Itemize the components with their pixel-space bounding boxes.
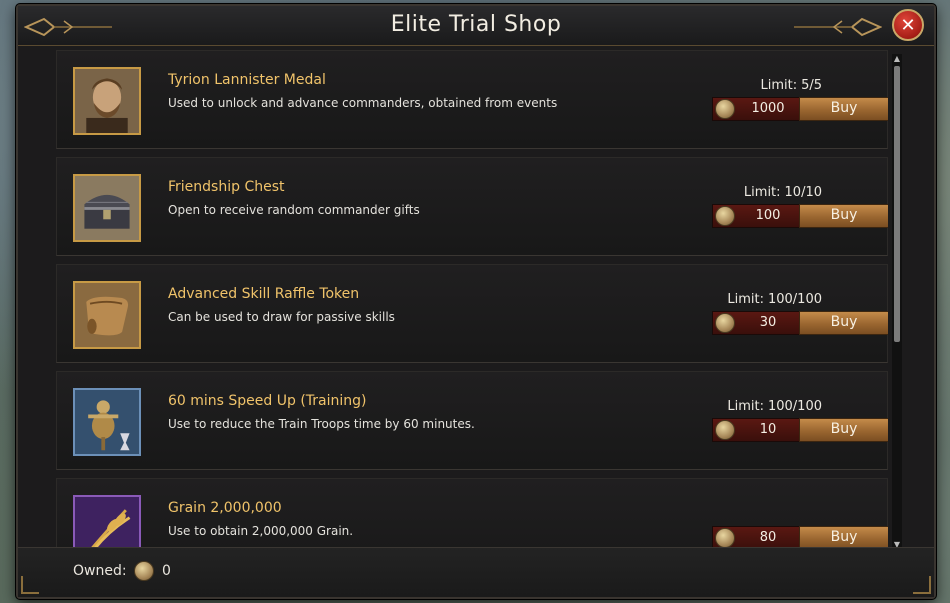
list-item: Advanced Skill Raffle Token Can be used …	[56, 264, 888, 363]
item-price: 1000	[751, 101, 785, 116]
frame-corner	[913, 576, 931, 594]
coin-icon	[715, 528, 735, 548]
limit-value: 5/5	[801, 78, 822, 93]
item-name: Tyrion Lannister Medal	[168, 72, 326, 88]
scroll-thumb[interactable]	[894, 66, 900, 342]
item-name: 60 mins Speed Up (Training)	[168, 393, 367, 409]
limit-value: 10/10	[784, 185, 822, 200]
price-box: 1000	[712, 97, 800, 121]
price-box: 100	[712, 204, 800, 228]
buy-button[interactable]: Buy	[799, 204, 888, 228]
buy-button[interactable]: Buy	[799, 311, 888, 335]
item-description: Can be used to draw for passive skills	[168, 310, 395, 324]
scroll-icon	[73, 281, 141, 349]
item-description: Open to receive random commander gifts	[168, 203, 420, 217]
list-item: Friendship Chest Open to receive random …	[56, 157, 888, 256]
scrollbar[interactable]: ▲ ▼	[892, 54, 902, 550]
price-box: 30	[712, 311, 800, 335]
chest-icon	[73, 174, 141, 242]
item-limit: Limit: 100/100	[727, 399, 822, 414]
limit-value: 100/100	[767, 399, 822, 414]
coin-icon	[715, 206, 735, 226]
close-button[interactable]: ✕	[892, 9, 924, 41]
title-bar: Elite Trial Shop ✕	[18, 6, 934, 46]
close-icon: ✕	[900, 14, 916, 36]
scroll-up-icon[interactable]: ▲	[892, 54, 902, 64]
owned-value: 0	[162, 563, 171, 579]
item-name: Advanced Skill Raffle Token	[168, 286, 360, 302]
item-list[interactable]: Tyrion Lannister Medal Used to unlock an…	[56, 50, 888, 550]
item-description: Use to reduce the Train Troops time by 6…	[168, 417, 475, 431]
item-price: 80	[759, 530, 777, 545]
item-limit: Limit: 5/5	[760, 78, 822, 93]
training-dummy-icon	[73, 388, 141, 456]
owned-label: Owned:	[73, 563, 127, 579]
limit-value: 100/100	[767, 292, 822, 307]
shop-window: Elite Trial Shop ✕ Tyrion Lannister Meda…	[16, 4, 936, 599]
coin-icon	[715, 420, 735, 440]
coin-icon	[715, 313, 735, 333]
frame-corner	[21, 576, 39, 594]
grain-icon	[73, 495, 141, 550]
commander-portrait-icon	[73, 67, 141, 135]
item-name: Friendship Chest	[168, 179, 285, 195]
buy-button[interactable]: Buy	[799, 97, 888, 121]
item-price: 30	[759, 315, 777, 330]
price-box: 10	[712, 418, 800, 442]
item-description: Use to obtain 2,000,000 Grain.	[168, 524, 354, 538]
list-item: 60 mins Speed Up (Training) Use to reduc…	[56, 371, 888, 470]
ornament-right-icon	[794, 17, 882, 37]
item-description: Used to unlock and advance commanders, o…	[168, 96, 558, 110]
list-item: Tyrion Lannister Medal Used to unlock an…	[56, 50, 888, 149]
item-price: 100	[755, 208, 781, 223]
list-item: Grain 2,000,000 Use to obtain 2,000,000 …	[56, 478, 888, 550]
coin-icon	[715, 99, 735, 119]
footer: Owned: 0	[18, 547, 934, 597]
item-price: 10	[759, 422, 777, 437]
item-limit: Limit: 100/100	[727, 292, 822, 307]
item-limit: Limit: 10/10	[743, 185, 822, 200]
coin-icon	[134, 561, 154, 581]
item-name: Grain 2,000,000	[168, 500, 282, 516]
buy-button[interactable]: Buy	[799, 418, 888, 442]
